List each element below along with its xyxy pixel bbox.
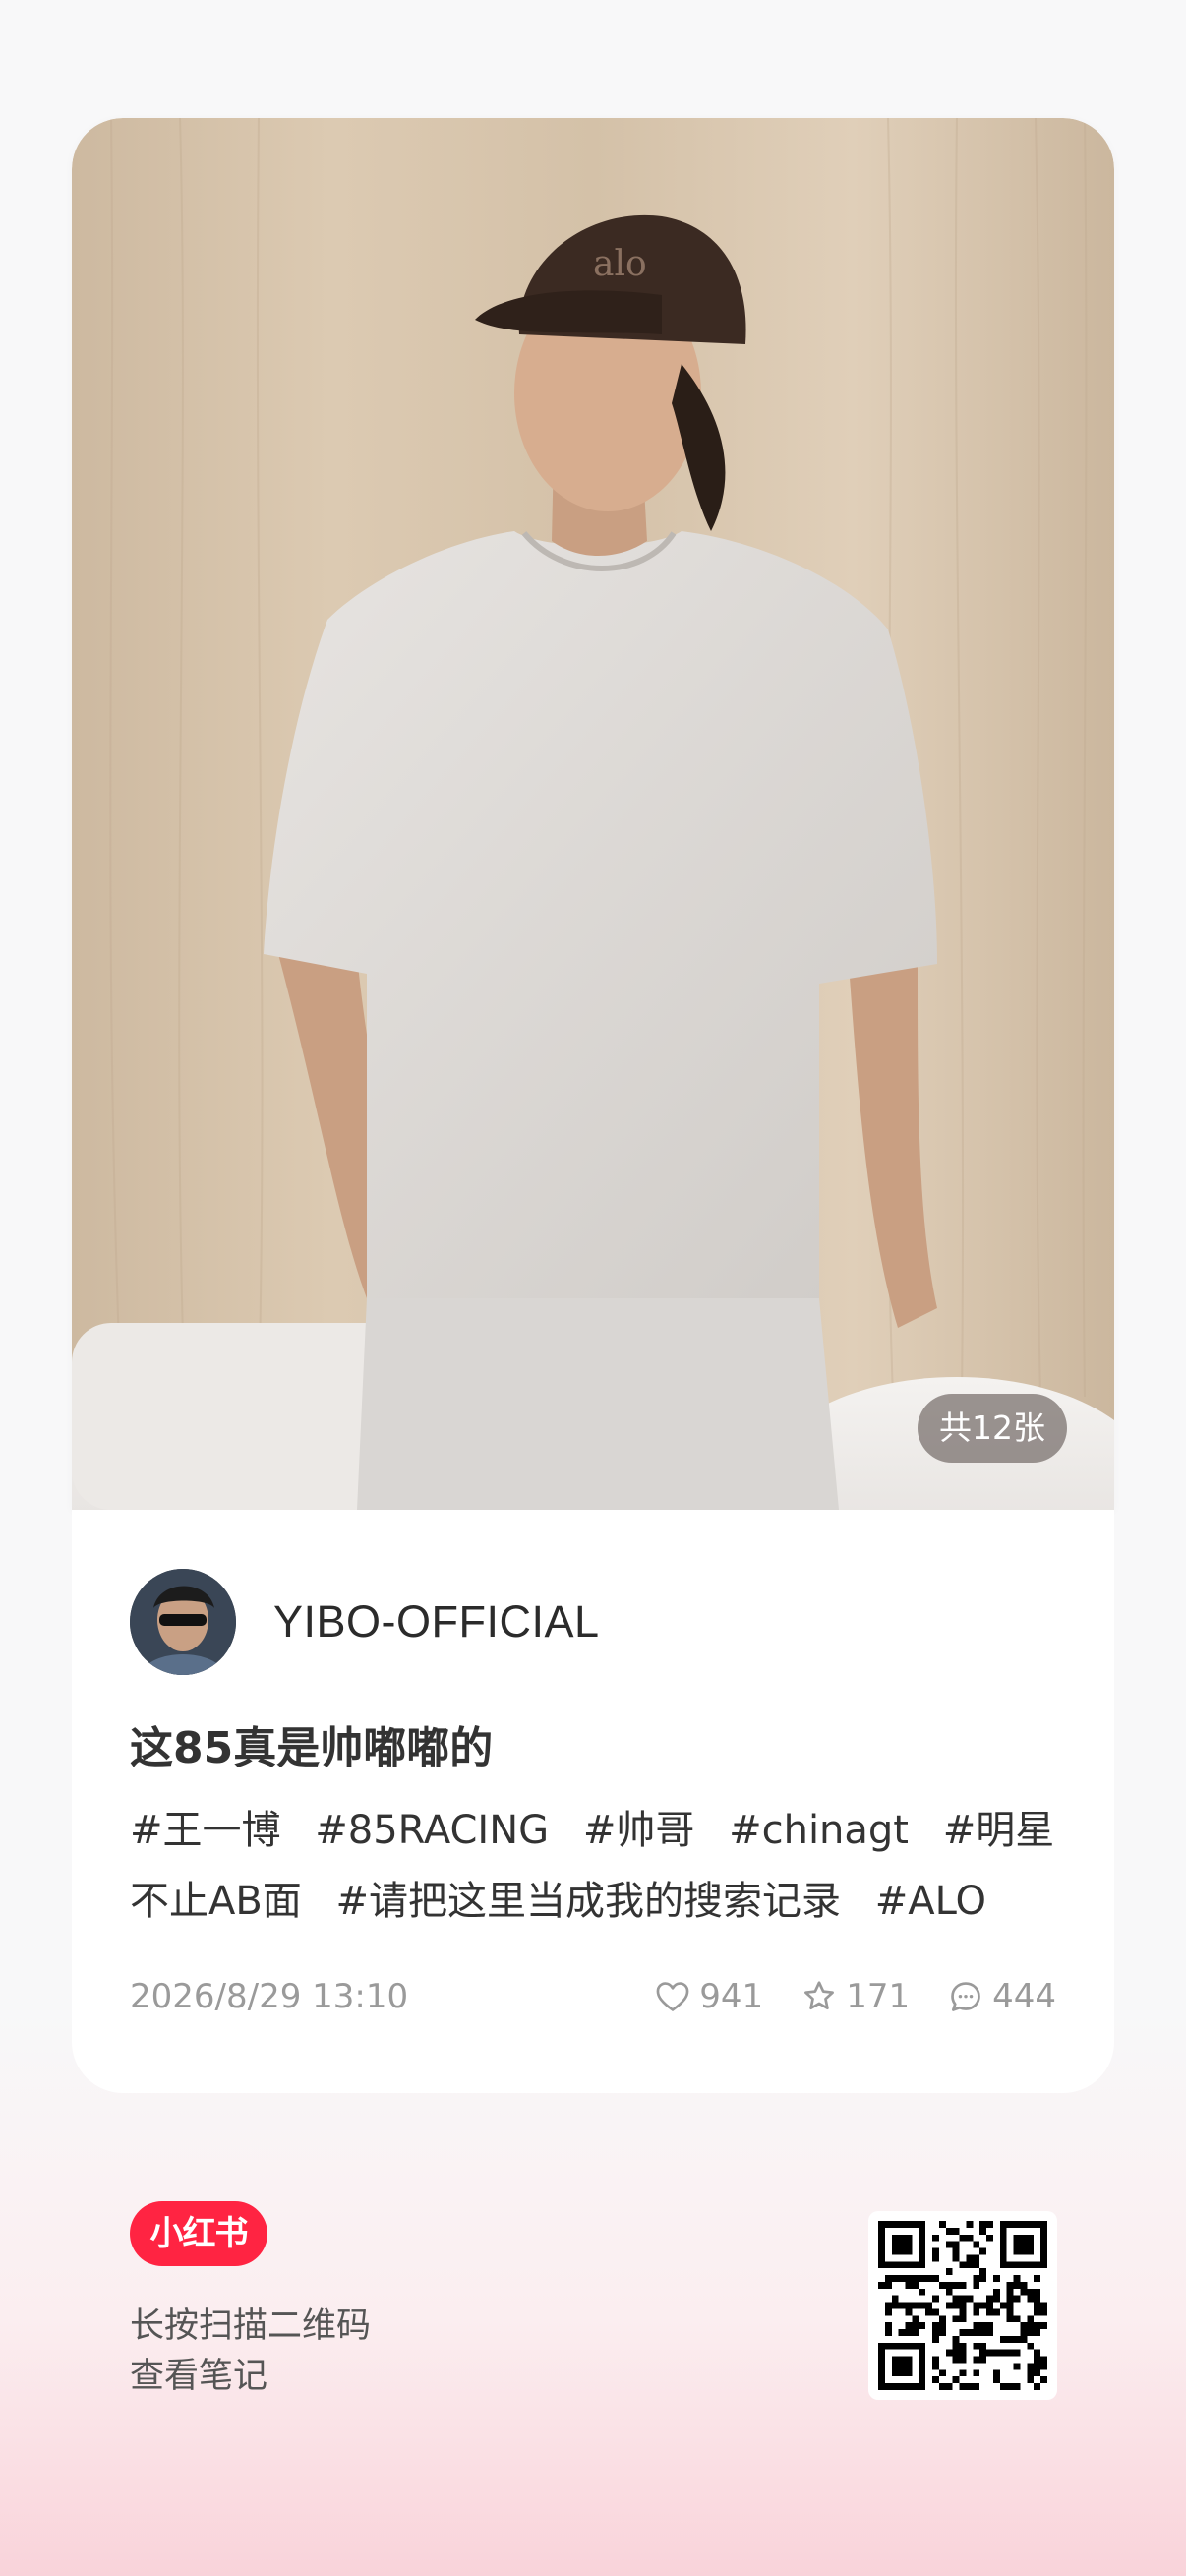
note-info: YIBO-OFFICIAL 这85真是帅嘟嘟的 #王一博 #85RACING #…: [72, 1510, 1114, 2093]
stats: 941 171 444: [617, 1977, 1056, 2016]
scan-line-1: 长按扫描二维码: [130, 2306, 372, 2346]
image-count-badge: 共12张: [918, 1394, 1067, 1463]
scan-line-2: 查看笔记: [130, 2357, 268, 2396]
comment-icon: [951, 1982, 980, 2011]
svg-text:alo: alo: [593, 244, 647, 284]
qr-code-icon: [878, 2221, 1047, 2390]
comment-stat[interactable]: 444: [947, 1977, 1056, 2016]
avatar[interactable]: [130, 1569, 236, 1675]
tag[interactable]: #帅哥: [583, 1808, 695, 1853]
tag[interactable]: #chinagt: [729, 1808, 909, 1853]
tag[interactable]: #ALO: [875, 1879, 986, 1924]
star-icon: [804, 1981, 835, 2010]
comment-count: 444: [992, 1977, 1056, 2016]
tag-list: #王一博 #85RACING #帅哥 #chinagt #明星不止AB面 #请把…: [130, 1795, 1074, 1937]
cover-photo[interactable]: alo 共12张: [72, 118, 1114, 1510]
like-count: 941: [699, 1977, 764, 2016]
tag[interactable]: #请把这里当成我的搜索记录: [336, 1879, 842, 1924]
heart-icon: [656, 1982, 689, 2011]
qr-code[interactable]: [868, 2211, 1057, 2400]
note-title: 这85真是帅嘟嘟的: [130, 1723, 494, 1773]
scan-instruction: 长按扫描二维码 查看笔记: [130, 2302, 371, 2402]
collect-stat[interactable]: 171: [801, 1977, 910, 2016]
author-row[interactable]: YIBO-OFFICIAL: [130, 1569, 600, 1675]
meta-row: 2026/8/29 13:10 941 171 444: [130, 1972, 1056, 2021]
tag[interactable]: #85RACING: [315, 1808, 549, 1853]
author-name[interactable]: YIBO-OFFICIAL: [273, 1596, 600, 1647]
collect-count: 171: [846, 1977, 911, 2016]
xiaohongshu-logo: 小红书: [130, 2201, 267, 2266]
post-date: 2026/8/29 13:10: [130, 1977, 409, 2016]
like-stat[interactable]: 941: [654, 1977, 763, 2016]
note-card: alo 共12张: [72, 118, 1114, 1510]
tag[interactable]: #王一博: [130, 1808, 281, 1853]
